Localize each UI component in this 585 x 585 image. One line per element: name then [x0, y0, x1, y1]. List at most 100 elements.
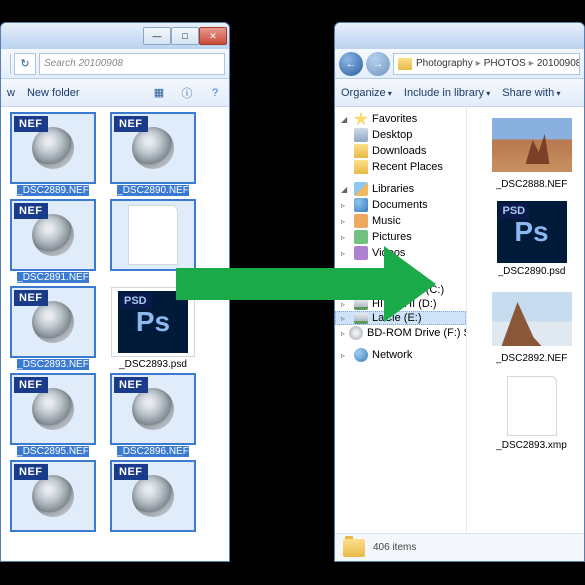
file-thumb[interactable]: NEF_DSC2893.NEF	[5, 287, 101, 370]
tree-label: Libraries	[372, 183, 414, 195]
breadcrumb[interactable]: Photography▸ PHOTOS▸ 20100908	[393, 53, 580, 75]
desktop-icon	[354, 128, 368, 142]
include-library-menu[interactable]: Include in library	[404, 87, 490, 99]
share-menu[interactable]: Share with	[502, 87, 560, 99]
thumb-box: NEF	[111, 113, 195, 183]
toolbar: w New folder ▦ ⓘ ?	[1, 79, 229, 107]
search-input[interactable]: Search 20100908	[39, 53, 225, 75]
toolbar-item[interactable]: w	[7, 87, 15, 99]
tree-label: LaCie (E:)	[372, 312, 422, 324]
nef-badge: NEF	[14, 464, 48, 480]
file-grid[interactable]: NEF_DSC2889.NEFNEF_DSC2890.NEFNEF_DSC289…	[1, 107, 229, 561]
thumb-box	[488, 287, 576, 351]
lens-icon	[132, 388, 174, 430]
tree-item-videos[interactable]: ▹Videos	[335, 245, 466, 261]
new-folder-button[interactable]: New folder	[27, 87, 80, 99]
tree-item-drive-d[interactable]: ▹HITACHI (D:)	[335, 297, 466, 311]
address-bar: ↻ Search 20100908	[1, 49, 229, 79]
titlebar[interactable]	[335, 23, 584, 49]
tree-label: BD-ROM Drive (F:) S	[367, 327, 467, 339]
file-thumb[interactable]: PSDPs _DSC2890.psd	[483, 200, 580, 277]
explorer-window-right: ← → Photography▸ PHOTOS▸ 20100908 Organi…	[334, 22, 585, 562]
tree-label: Downloads	[372, 145, 426, 157]
file-thumb[interactable]: NEF _DSC2896.NEF	[105, 374, 201, 457]
file-name: _DSC2895.NEF	[17, 446, 89, 457]
nef-badge: NEF	[114, 116, 148, 132]
tree-item-drive-c[interactable]: ▹Local Disk (C:)	[335, 283, 466, 297]
titlebar[interactable]: — □ ✕	[1, 23, 229, 49]
tree-favorites[interactable]: ◢Favorites	[335, 111, 466, 127]
photo-thumbnail	[492, 118, 572, 172]
file-thumb[interactable]: NEF	[105, 461, 201, 533]
nef-badge: NEF	[14, 290, 48, 306]
file-thumb[interactable]: NEF_DSC2891.NEF	[5, 200, 101, 283]
status-bar: 406 items	[335, 533, 584, 561]
file-thumb[interactable]: NEF_DSC2895.NEF	[5, 374, 101, 457]
nef-badge: NEF	[114, 377, 148, 393]
psd-badge: PSD	[499, 203, 530, 219]
tree-label: Music	[372, 215, 401, 227]
file-thumb[interactable]: _DSC2888.NEF	[483, 113, 580, 190]
status-text: 406 items	[373, 542, 416, 553]
file-name: _DSC2889.NEF	[17, 185, 89, 196]
back-button[interactable]: ←	[339, 52, 363, 76]
folder-icon	[354, 160, 368, 174]
crumb[interactable]: Photography	[416, 58, 473, 69]
tree-item-downloads[interactable]: Downloads	[335, 143, 466, 159]
tree-item-music[interactable]: ▹Music	[335, 213, 466, 229]
file-thumb[interactable]: NEF _DSC2889.NEF	[5, 113, 101, 196]
file-thumb[interactable]: NEF _DSC2890.NEF	[105, 113, 201, 196]
lens-icon	[32, 301, 74, 343]
close-button[interactable]: ✕	[199, 27, 227, 45]
thumb-box: NEF	[11, 113, 95, 183]
file-name: _DSC2890.psd	[498, 266, 566, 277]
tree-item-recent[interactable]: Recent Places	[335, 159, 466, 175]
lens-icon	[32, 388, 74, 430]
file-name: _DSC2896.NEF	[117, 446, 189, 457]
network-icon	[354, 348, 368, 362]
tree-computer[interactable]: ◢Computer	[335, 267, 466, 283]
tree-item-pictures[interactable]: ▹Pictures	[335, 229, 466, 245]
folder-icon	[398, 58, 412, 70]
thumb-box	[111, 200, 195, 270]
nav-tree[interactable]: ◢Favorites Desktop Downloads Recent Plac…	[335, 107, 467, 533]
window-body: NEF_DSC2889.NEFNEF_DSC2890.NEFNEF_DSC289…	[1, 107, 229, 561]
tree-network[interactable]: ▹Network	[335, 347, 466, 363]
file-thumb[interactable]: _DSC2892.NEF	[483, 287, 580, 364]
tree-label: Videos	[372, 247, 405, 259]
tree-item-bdrom[interactable]: ▹BD-ROM Drive (F:) S	[335, 325, 466, 341]
file-grid[interactable]: _DSC2888.NEF PSDPs _DSC2890.psd _DSC2892.NE…	[467, 107, 584, 533]
file-name: _DSC2892.NEF	[496, 353, 568, 364]
file-thumb[interactable]: NEF	[5, 461, 101, 533]
file-name: _DSC2893.xmp	[496, 440, 567, 451]
tree-item-documents[interactable]: ▹Documents	[335, 197, 466, 213]
organize-menu[interactable]: Organize	[341, 87, 392, 99]
lens-icon	[32, 127, 74, 169]
drive-icon	[354, 299, 368, 310]
help-icon[interactable]: ?	[207, 85, 223, 101]
view-icon[interactable]: ▦	[151, 85, 167, 101]
crumb[interactable]: PHOTOS	[484, 58, 526, 69]
libraries-icon	[354, 182, 368, 196]
photoshop-icon: PSDPs	[497, 201, 567, 263]
file-thumb[interactable]	[105, 200, 201, 283]
file-name: _DSC2893.psd	[119, 359, 187, 370]
thumb-box: NEF	[111, 374, 195, 444]
documents-icon	[354, 198, 368, 212]
tree-item-desktop[interactable]: Desktop	[335, 127, 466, 143]
minimize-button[interactable]: —	[143, 27, 171, 45]
tree-item-drive-e[interactable]: ▹LaCie (E:)	[335, 311, 466, 325]
file-name: _DSC2890.NEF	[117, 185, 189, 196]
file-thumb[interactable]: _DSC2893.xmp	[483, 374, 580, 451]
address-bar: ← → Photography▸ PHOTOS▸ 20100908	[335, 49, 584, 79]
reload-button[interactable]: ↻	[14, 53, 36, 75]
info-icon[interactable]: ⓘ	[179, 85, 195, 101]
forward-button[interactable]: →	[366, 52, 390, 76]
thumb-box	[488, 374, 576, 438]
maximize-button[interactable]: □	[171, 27, 199, 45]
file-thumb[interactable]: PSDPs_DSC2893.psd	[105, 287, 201, 370]
drive-icon	[354, 285, 368, 296]
tree-libraries[interactable]: ◢Libraries	[335, 181, 466, 197]
crumb[interactable]: 20100908	[537, 58, 580, 69]
videos-icon	[354, 246, 368, 260]
